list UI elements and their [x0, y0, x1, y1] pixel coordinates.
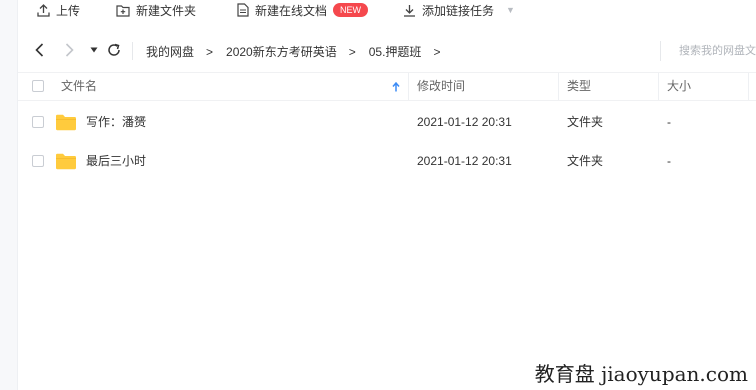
column-header-type[interactable]: 类型: [567, 73, 591, 100]
breadcrumb-item-current[interactable]: 05.押题班: [369, 43, 422, 60]
folder-icon: [56, 153, 76, 170]
folder-icon: [56, 114, 76, 131]
table-row[interactable]: 写作：潘赟 2021-01-12 20:31 文件夹 -: [18, 102, 756, 142]
history-dropdown-button[interactable]: [86, 42, 102, 58]
breadcrumb-separator: >: [433, 44, 441, 59]
navigation-bar: 我的网盘 > 2020新东方考研英语 > 05.押题班 >: [18, 36, 756, 66]
search-input[interactable]: [660, 41, 756, 61]
row-checkbox[interactable]: [32, 155, 44, 167]
back-button[interactable]: [31, 42, 47, 58]
column-header-size[interactable]: 大小: [667, 73, 691, 100]
upload-label: 上传: [56, 3, 81, 18]
column-divider: [408, 73, 409, 100]
refresh-icon: [108, 43, 120, 56]
table-row[interactable]: 最后三小时 2021-01-12 20:31 文件夹 -: [18, 141, 756, 181]
breadcrumb-item-course[interactable]: 2020新东方考研英语: [226, 43, 337, 60]
nav-divider: [132, 42, 133, 60]
new-online-doc-button[interactable]: 新建在线文档 NEW: [237, 1, 369, 19]
chevron-right-icon: [65, 43, 74, 57]
watermark-text: 教育盘 jiaoyupan.com: [534, 362, 748, 386]
column-header-name[interactable]: 文件名: [61, 73, 97, 100]
breadcrumb-separator: >: [206, 44, 214, 59]
add-link-task-label: 添加链接任务: [422, 3, 495, 18]
toolbar: 上传 新建文件夹 新建在线文档 NEW 添加链接任务 ▼: [18, 0, 756, 22]
refresh-button[interactable]: [106, 42, 122, 58]
breadcrumb: 我的网盘 > 2020新东方考研英语 > 05.押题班 >: [146, 43, 453, 60]
chevron-left-icon: [34, 43, 43, 57]
file-size: -: [667, 154, 671, 168]
breadcrumb-separator: >: [348, 44, 356, 59]
breadcrumb-item-my-drive[interactable]: 我的网盘: [146, 43, 194, 60]
upload-button[interactable]: 上传: [37, 1, 80, 19]
file-type: 文件夹: [567, 154, 604, 168]
file-type: 文件夹: [567, 115, 604, 129]
dropdown-caret-icon[interactable]: ▼: [506, 5, 515, 15]
upload-icon: [37, 3, 50, 17]
sort-ascending-icon[interactable]: [392, 82, 400, 92]
left-sidebar-edge: [0, 0, 18, 390]
forward-button[interactable]: [61, 42, 77, 58]
file-modified-time: 2021-01-12 20:31: [417, 115, 512, 129]
new-online-doc-label: 新建在线文档: [255, 3, 328, 18]
caret-down-icon: [90, 47, 98, 53]
column-divider: [748, 73, 749, 100]
file-name[interactable]: 写作：潘赟: [86, 102, 146, 142]
file-list-header: 文件名 修改时间 类型 大小: [18, 72, 756, 101]
file-name[interactable]: 最后三小时: [86, 141, 146, 181]
column-header-modified[interactable]: 修改时间: [417, 73, 465, 100]
download-icon: [404, 4, 415, 17]
file-modified-time: 2021-01-12 20:31: [417, 154, 512, 168]
file-size: -: [667, 115, 671, 129]
add-link-task-button[interactable]: 添加链接任务 ▼: [403, 1, 515, 19]
column-divider: [558, 73, 559, 100]
document-icon: [237, 3, 249, 17]
column-divider: [658, 73, 659, 100]
new-badge: NEW: [333, 3, 369, 17]
row-checkbox[interactable]: [32, 116, 44, 128]
new-folder-label: 新建文件夹: [136, 3, 197, 18]
select-all-checkbox[interactable]: [32, 80, 44, 92]
new-folder-icon: [116, 4, 130, 17]
new-folder-button[interactable]: 新建文件夹: [116, 1, 196, 19]
